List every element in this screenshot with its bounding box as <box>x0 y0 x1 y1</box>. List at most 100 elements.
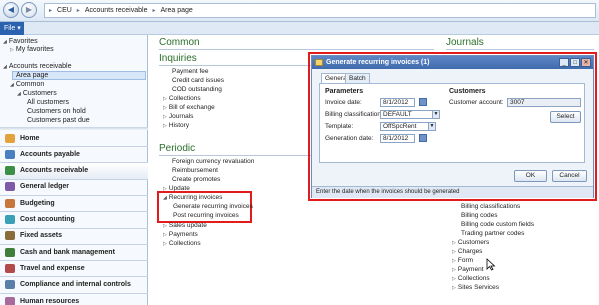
nav-link[interactable]: ▷ Charges <box>452 248 482 255</box>
dialog-title-bar[interactable]: Generate recurring invoices (1) <box>312 56 593 69</box>
module-item[interactable]: Budgeting <box>0 195 148 211</box>
expand-icon: ▷ <box>10 47 14 53</box>
expand-icon: ▷ <box>452 267 456 273</box>
module-icon <box>5 263 15 273</box>
module-label: Accounts receivable <box>20 167 89 175</box>
nav-item-common[interactable]: ◢ Common <box>10 81 44 88</box>
nav-link[interactable]: Billing codes <box>452 212 498 219</box>
nav-link[interactable]: Billing classifications <box>452 203 520 210</box>
template-select[interactable]: OffSpcRent ▼ <box>380 122 436 131</box>
module-icon <box>5 182 15 192</box>
module-label: Home <box>20 134 40 142</box>
breadcrumb-separator: ▸ <box>152 8 156 14</box>
recurring-invoices-group[interactable]: ◢ Recurring invoices <box>163 194 222 201</box>
favorites-group[interactable]: ◢ Favorites <box>3 38 38 45</box>
maximize-icon[interactable]: □ <box>570 58 580 67</box>
nav-item-area-page[interactable]: Area page <box>12 71 146 80</box>
nav-link[interactable]: Billing code custom fields <box>452 221 534 228</box>
module-item[interactable]: Accounts payable <box>0 146 148 162</box>
module-item[interactable]: Fixed assets <box>0 228 148 244</box>
module-icon <box>5 166 15 176</box>
breadcrumb[interactable]: ▸ CEU ▸ Accounts receivable ▸ Area page <box>44 3 596 18</box>
close-icon[interactable]: ✕ <box>581 58 591 67</box>
nav-link[interactable]: Foreign currency revaluation <box>163 158 254 165</box>
invoice-date-field[interactable]: 8/1/2012 <box>380 98 415 107</box>
nav-link[interactable]: ▷ Sales update <box>163 222 207 229</box>
select-button[interactable]: Select <box>550 111 581 123</box>
nav-link[interactable]: ▷ Payments <box>163 231 198 238</box>
nav-item-customers-past-due[interactable]: Customers past due <box>27 117 90 124</box>
nav-link-label: Create promotes <box>172 176 221 183</box>
forward-button[interactable]: ▶ <box>21 2 37 18</box>
nav-item-common-label: Common <box>15 81 45 88</box>
expand-icon: ▷ <box>452 285 456 291</box>
module-item[interactable]: Travel and expense <box>0 260 148 276</box>
module-item[interactable]: Home <box>0 130 148 146</box>
nav-link[interactable]: Create promotes <box>163 176 220 183</box>
chevron-down-icon[interactable]: ▼ <box>432 111 439 118</box>
nav-link[interactable]: ▷ Collections <box>163 240 201 247</box>
nav-link-label: Reimbursement <box>172 167 218 174</box>
billing-classification-select[interactable]: DEFAULT ▼ <box>380 110 440 119</box>
collapse-icon: ◢ <box>3 39 7 45</box>
tab-batch[interactable]: Batch <box>345 73 370 83</box>
section-inquiries-title: Inquiries <box>159 53 197 64</box>
module-item[interactable]: General ledger <box>0 179 148 195</box>
nav-link-label: Form <box>457 257 474 264</box>
nav-link[interactable]: ▷ History <box>163 122 189 129</box>
nav-link[interactable]: COD outstanding <box>163 86 222 93</box>
nav-link-label: Billing code custom fields <box>461 221 534 228</box>
nav-link[interactable]: ▷ Form <box>452 257 473 264</box>
expand-icon: ▷ <box>452 240 456 246</box>
ar-tree-root[interactable]: ◢ Accounts receivable <box>3 63 72 70</box>
navigation-pane: ◢ Favorites ▷ My favorites ◢ Accounts recei… <box>0 35 148 305</box>
nav-link[interactable]: ▷ Sites Services <box>452 284 499 291</box>
nav-link[interactable]: Payment fee <box>163 68 209 75</box>
expand-icon: ▷ <box>452 258 456 264</box>
breadcrumb-item[interactable]: CEU <box>57 7 72 14</box>
calendar-icon[interactable] <box>419 134 427 142</box>
nav-link[interactable]: ▷ Collections <box>163 95 201 102</box>
favorites-item-label: My favorites <box>15 46 54 53</box>
module-item[interactable]: Compliance and internal controls <box>0 277 148 293</box>
nav-link-label: Payment fee <box>172 68 209 75</box>
generate-recurring-invoices-link[interactable]: Generate recurring invoices <box>173 203 253 210</box>
generation-date-field[interactable]: 8/1/2012 <box>380 134 415 143</box>
nav-link[interactable]: Credit card issues <box>163 77 224 84</box>
nav-item-all-customers[interactable]: All customers <box>27 99 69 106</box>
nav-link[interactable]: ▷ Journals <box>163 113 193 120</box>
billing-classification-label: Billing classification: <box>325 111 383 118</box>
nav-link-label: Collections <box>457 275 490 282</box>
minimize-icon[interactable]: _ <box>559 58 569 67</box>
nav-link[interactable]: Reimbursement <box>163 167 218 174</box>
module-label: Accounts payable <box>20 150 80 158</box>
ok-button[interactable]: OK <box>514 170 547 182</box>
expand-icon: ▷ <box>163 114 167 120</box>
nav-link[interactable]: ▷ Customers <box>452 239 489 246</box>
calendar-icon[interactable] <box>419 98 427 106</box>
favorites-item[interactable]: ▷ My favorites <box>10 46 54 53</box>
breadcrumb-item[interactable]: Accounts receivable <box>85 7 148 14</box>
nav-item-customers[interactable]: ◢ Customers <box>17 90 57 97</box>
module-icon <box>5 296 15 305</box>
post-recurring-invoices-link[interactable]: Post recurring invoices <box>173 212 239 219</box>
section-divider <box>159 49 434 50</box>
nav-link[interactable]: Trading partner codes <box>452 230 524 237</box>
module-item[interactable]: Human resources <box>0 293 148 305</box>
module-icon <box>5 231 15 241</box>
nav-link[interactable]: ▷ Payment <box>452 266 484 273</box>
module-item[interactable]: Accounts receivable <box>0 162 148 179</box>
file-menu-button[interactable]: File ▾ <box>0 22 24 35</box>
cancel-button[interactable]: Cancel <box>552 170 587 182</box>
module-item[interactable]: Cost accounting <box>0 212 148 228</box>
chevron-down-icon[interactable]: ▼ <box>428 123 435 130</box>
nav-link[interactable]: ▷ Collections <box>452 275 490 282</box>
section-periodic-title: Periodic <box>159 143 196 154</box>
back-button[interactable]: ◀ <box>3 2 19 18</box>
customer-account-field[interactable]: 3007 <box>507 98 581 107</box>
section-journals-title: Journals <box>446 37 484 48</box>
breadcrumb-item[interactable]: Area page <box>160 7 192 14</box>
nav-item-customers-on-hold[interactable]: Customers on hold <box>27 108 86 115</box>
nav-link[interactable]: ▷ Bill of exchange <box>163 104 215 111</box>
module-item[interactable]: Cash and bank management <box>0 244 148 260</box>
